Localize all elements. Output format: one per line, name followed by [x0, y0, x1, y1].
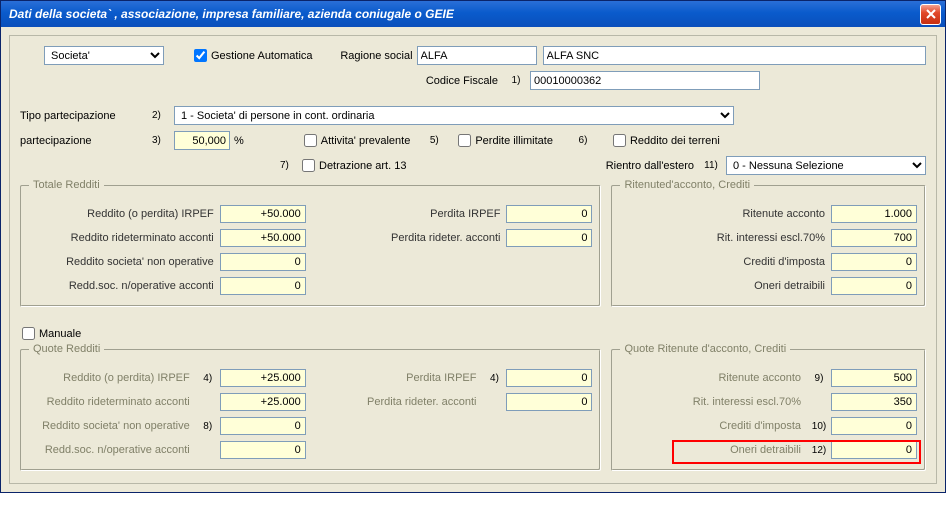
tipo-partecipazione-select[interactable]: 1 - Societa' di persone in cont. ordinar…: [174, 106, 734, 125]
reddito-irpef-label: Reddito (o perdita) IRPEF: [29, 208, 220, 220]
manuale-input[interactable]: [22, 327, 35, 340]
q-reddito-nop-input[interactable]: [220, 417, 306, 435]
perdita-rid-input[interactable]: [506, 229, 592, 247]
q-perdita-rid-input[interactable]: [506, 393, 592, 411]
reddito-nop-label: Reddito societa' non operative: [29, 256, 220, 268]
q-reddito-irpef-input[interactable]: [220, 369, 306, 387]
ragione-social-code-input[interactable]: [417, 46, 537, 65]
perdite-illimitate-label: Perdite illimitate: [475, 135, 553, 147]
reddsoc-nop-input[interactable]: [220, 277, 306, 295]
idx-2: 2): [148, 110, 174, 121]
ragione-social-label: Ragione social: [333, 50, 417, 62]
reddito-terreni-input[interactable]: [613, 134, 626, 147]
q-reddsoc-nop-input[interactable]: [220, 441, 306, 459]
window-title: Dati della societa` , associazione, impr…: [9, 7, 920, 21]
idx-12: 12): [807, 445, 831, 456]
reddito-irpef-input[interactable]: [220, 205, 306, 223]
close-icon: [926, 9, 936, 19]
percent-label: %: [230, 135, 244, 147]
reddito-rid-input[interactable]: [220, 229, 306, 247]
q-reddito-rid-input[interactable]: [220, 393, 306, 411]
q-perdita-rid-label: Perdita rideter. acconti: [316, 396, 483, 408]
idx-8: 8): [196, 421, 220, 432]
dialog-window: Dati della societa` , associazione, impr…: [0, 0, 946, 493]
perdita-rid-label: Perdita rideter. acconti: [316, 232, 507, 244]
attivita-prevalente-input[interactable]: [304, 134, 317, 147]
rientro-estero-label: Rientro dall'estero: [606, 160, 696, 172]
gestione-automatica-input[interactable]: [194, 49, 207, 62]
q-oneri-input[interactable]: [831, 441, 917, 459]
q-perdita-irpef-label: Perdita IRPEF: [316, 372, 483, 384]
attivita-prevalente-label: Attivita' prevalente: [321, 135, 411, 147]
reddito-terreni-label: Reddito dei terreni: [630, 135, 720, 147]
totale-redditi-group: Totale Redditi Reddito (o perdita) IRPEF…: [20, 185, 601, 307]
q-rit-acc-label: Ritenute acconto: [620, 372, 807, 384]
gestione-automatica-checkbox[interactable]: Gestione Automatica: [194, 49, 313, 62]
perdita-irpef-input[interactable]: [506, 205, 592, 223]
idx-9: 9): [807, 373, 831, 384]
quote-redditi-group: Quote Redditi Reddito (o perdita) IRPEF …: [20, 349, 601, 471]
q-cred-imp-label: Crediti d'imposta: [620, 420, 807, 432]
partecipazione-label: partecipazione: [20, 135, 148, 147]
idx-5: 5): [410, 135, 458, 146]
reddsoc-nop-label: Redd.soc. n/operative acconti: [29, 280, 220, 292]
q-reddito-rid-label: Reddito rideterminato acconti: [29, 396, 196, 408]
oneri-detraibili-input[interactable]: [831, 277, 917, 295]
idx-10: 10): [807, 421, 831, 432]
q-reddsoc-nop-label: Redd.soc. n/operative acconti: [29, 444, 196, 456]
idx-1: 1): [502, 75, 530, 86]
reddito-terreni-checkbox[interactable]: Reddito dei terreni: [613, 134, 720, 147]
rit-acc-input[interactable]: [831, 205, 917, 223]
q-rit-int-label: Rit. interessi escl.70%: [620, 396, 807, 408]
cred-imp-label: Crediti d'imposta: [620, 256, 831, 268]
q-perdita-irpef-input[interactable]: [506, 369, 592, 387]
partecipazione-input[interactable]: [174, 131, 230, 150]
rit-int-label: Rit. interessi escl.70%: [620, 232, 831, 244]
quote-ritenute-group: Quote Ritenute d'acconto, Crediti Ritenu…: [611, 349, 926, 471]
ragione-social-name-input[interactable]: [543, 46, 926, 65]
codice-fiscale-label: Codice Fiscale: [412, 75, 502, 87]
top-panel: Societa' Gestione Automatica Ragione soc…: [9, 35, 937, 484]
attivita-prevalente-checkbox[interactable]: Attivita' prevalente: [304, 134, 411, 147]
manuale-checkbox[interactable]: Manuale: [22, 327, 81, 340]
client-area: Societa' Gestione Automatica Ragione soc…: [1, 27, 945, 492]
rit-int-input[interactable]: [831, 229, 917, 247]
idx-11: 11): [696, 160, 726, 171]
idx-4a: 4): [196, 373, 220, 384]
codice-fiscale-input[interactable]: [530, 71, 760, 90]
oneri-detraibili-label: Oneri detraibili: [620, 280, 831, 292]
quote-redditi-legend: Quote Redditi: [29, 343, 104, 355]
gestione-automatica-label: Gestione Automatica: [211, 50, 313, 62]
perdite-illimitate-checkbox[interactable]: Perdite illimitate: [458, 134, 553, 147]
idx-7: 7): [276, 160, 302, 171]
reddito-rid-label: Reddito rideterminato acconti: [29, 232, 220, 244]
q-rit-int-input[interactable]: [831, 393, 917, 411]
perdita-irpef-label: Perdita IRPEF: [316, 208, 507, 220]
reddito-nop-input[interactable]: [220, 253, 306, 271]
perdite-illimitate-input[interactable]: [458, 134, 471, 147]
q-reddito-nop-label: Reddito societa' non operative: [29, 420, 196, 432]
tipo-partecipazione-label: Tipo partecipazione: [20, 110, 148, 122]
rit-acc-label: Ritenute acconto: [620, 208, 831, 220]
rientro-estero-select[interactable]: 0 - Nessuna Selezione: [726, 156, 926, 175]
ritenute-crediti-legend: Ritenuted'acconto, Crediti: [620, 179, 754, 191]
detrazione-art13-checkbox[interactable]: Detrazione art. 13: [302, 159, 406, 172]
idx-3: 3): [148, 135, 174, 146]
quote-ritenute-legend: Quote Ritenute d'acconto, Crediti: [620, 343, 790, 355]
close-button[interactable]: [920, 4, 941, 25]
cred-imp-input[interactable]: [831, 253, 917, 271]
manuale-label: Manuale: [39, 328, 81, 340]
detrazione-art13-input[interactable]: [302, 159, 315, 172]
tipo-soggetto-select[interactable]: Societa': [44, 46, 164, 65]
q-oneri-label: Oneri detraibili: [620, 444, 807, 456]
ritenute-crediti-group: Ritenuted'acconto, Crediti Ritenute acco…: [611, 185, 926, 307]
q-rit-acc-input[interactable]: [831, 369, 917, 387]
idx-4b: 4): [482, 373, 506, 384]
totale-redditi-legend: Totale Redditi: [29, 179, 104, 191]
q-reddito-irpef-label: Reddito (o perdita) IRPEF: [29, 372, 196, 384]
q-cred-imp-input[interactable]: [831, 417, 917, 435]
idx-6: 6): [553, 135, 613, 146]
titlebar: Dati della societa` , associazione, impr…: [1, 1, 945, 27]
detrazione-art13-label: Detrazione art. 13: [319, 160, 406, 172]
